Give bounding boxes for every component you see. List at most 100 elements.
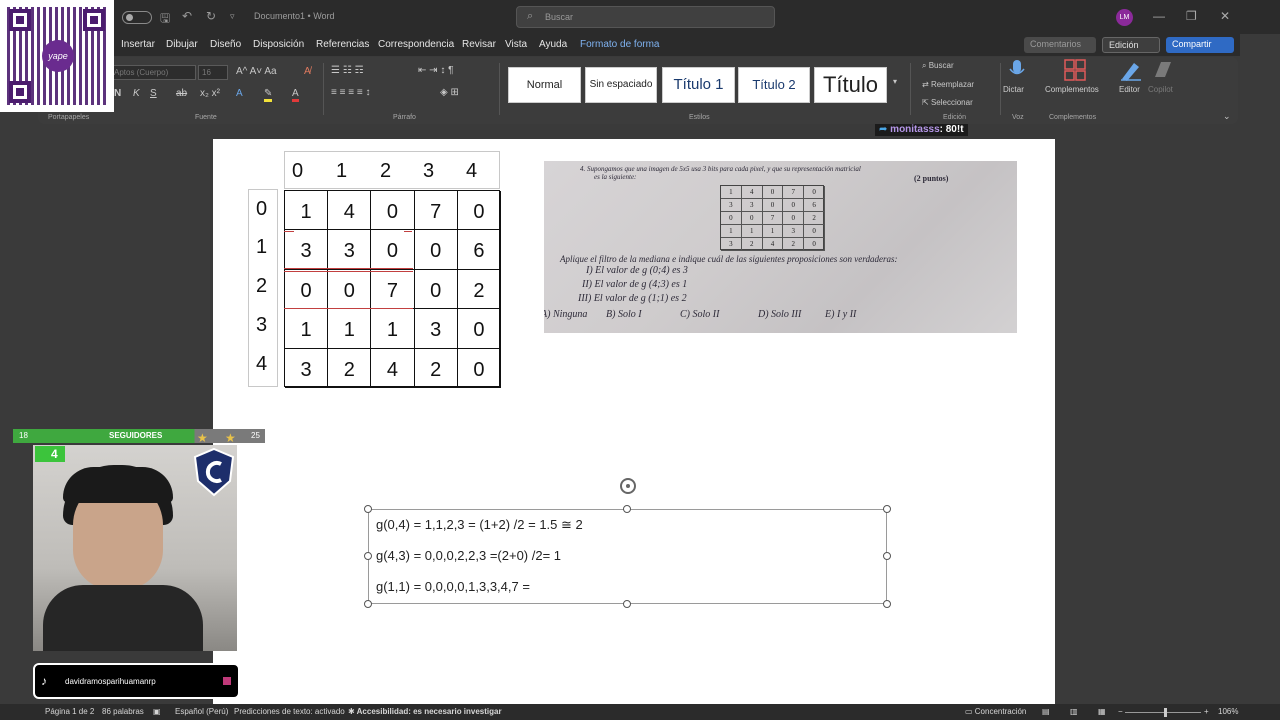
matrix-cell[interactable]: 2: [328, 348, 372, 388]
print-layout-icon[interactable]: ▥: [1070, 707, 1078, 716]
tab-dibujar[interactable]: Dibujar: [166, 39, 198, 50]
resize-handle[interactable]: [364, 505, 372, 513]
grow-font-icon[interactable]: A^ A˅ Aa: [236, 66, 277, 77]
resize-handle[interactable]: [883, 600, 891, 608]
web-layout-icon[interactable]: ▦: [1098, 707, 1106, 716]
indent-icon[interactable]: ⇤ ⇥ ↕ ¶: [418, 65, 453, 76]
copilot-icon[interactable]: [1150, 59, 1176, 81]
resize-handle[interactable]: [364, 552, 372, 560]
style-titulo[interactable]: Título: [814, 67, 887, 103]
matrix-cell[interactable]: 4: [371, 348, 415, 388]
save-icon[interactable]: 🖫: [160, 9, 170, 30]
zoom-level[interactable]: 106%: [1218, 707, 1238, 716]
tab-revisar[interactable]: Revisar: [462, 39, 496, 50]
matrix-cell[interactable]: 2: [414, 348, 458, 388]
page-count[interactable]: Página 1 de 2: [45, 707, 94, 716]
find-button[interactable]: ⌕ Buscar: [922, 61, 954, 71]
zoom-slider[interactable]: [1125, 712, 1201, 713]
solution-line[interactable]: g(4,3) = 0,0,0,2,2,3 =(2+0) /2= 1: [376, 548, 561, 563]
tab-formato-de-forma[interactable]: Formato de forma: [580, 39, 659, 50]
resize-handle[interactable]: [364, 600, 372, 608]
microphone-icon[interactable]: [1004, 59, 1030, 81]
language[interactable]: Español (Perú): [175, 707, 228, 716]
matrix-cell[interactable]: 4: [328, 191, 372, 231]
zoom-in-icon[interactable]: +: [1204, 707, 1209, 716]
style-titulo-1[interactable]: Título 1: [662, 67, 735, 103]
tab-insertar[interactable]: Insertar: [121, 39, 155, 50]
style-titulo-2[interactable]: Título 2: [738, 67, 810, 103]
matrix-cell[interactable]: 0: [371, 191, 415, 231]
solution-line[interactable]: g(1,1) = 0,0,0,0,1,3,3,4,7 =: [376, 579, 530, 594]
matrix-cell[interactable]: 0: [414, 269, 458, 310]
matrix-cell[interactable]: 1: [285, 309, 329, 349]
matrix-cell[interactable]: 7: [371, 269, 415, 310]
tab-correspondencia[interactable]: Correspondencia: [378, 39, 454, 50]
style-normal[interactable]: Normal: [508, 67, 581, 103]
editor-icon[interactable]: [1118, 59, 1144, 81]
matrix-cell[interactable]: 1: [371, 309, 415, 349]
resize-handle[interactable]: [883, 552, 891, 560]
matrix-cell[interactable]: 0: [457, 348, 501, 388]
align-icon[interactable]: ≡ ≡ ≡ ≡ ↕: [331, 87, 370, 98]
matrix-cell[interactable]: 0: [414, 230, 458, 270]
select-button[interactable]: ⇱ Seleccionar: [922, 98, 973, 107]
font-color-icon[interactable]: A: [292, 88, 299, 102]
highlight-icon[interactable]: ✎: [264, 88, 273, 102]
zoom-slider-handle[interactable]: [1164, 708, 1167, 717]
matrix-cell[interactable]: 0: [457, 309, 501, 349]
tab-diseno[interactable]: Diseño: [210, 39, 241, 50]
underline-icon[interactable]: S: [150, 88, 157, 99]
accessibility-status[interactable]: ✱ Accesibilidad: es necesario investigar: [348, 707, 502, 716]
undo-icon[interactable]: ↶: [182, 9, 192, 23]
matrix-cell[interactable]: 3: [285, 348, 329, 388]
close-icon[interactable]: ✕: [1220, 9, 1230, 23]
share-button[interactable]: Compartir: [1166, 37, 1234, 53]
resize-handle[interactable]: [623, 600, 631, 608]
addins-icon[interactable]: [1062, 59, 1088, 81]
shading-icon[interactable]: ◈ ⊞: [440, 87, 459, 98]
autosave-toggle[interactable]: [122, 11, 152, 24]
subscript-icon[interactable]: x₂ x²: [200, 88, 220, 99]
matrix-cell[interactable]: 3: [328, 230, 372, 270]
matrix-cell[interactable]: 3: [414, 309, 458, 349]
matrix-cell[interactable]: 1: [328, 309, 372, 349]
resize-handle[interactable]: [623, 505, 631, 513]
clear-format-icon[interactable]: A̸: [304, 66, 311, 77]
style-sin-espaciado[interactable]: Sin espaciado: [585, 67, 657, 103]
bullets-icon[interactable]: ☰ ☷ ☶: [331, 65, 363, 76]
matrix-cell[interactable]: 3: [285, 230, 329, 270]
replace-button[interactable]: ⇄ Reemplazar: [922, 80, 974, 89]
redo-icon[interactable]: ↻: [206, 9, 216, 23]
proofing-icon[interactable]: ▣: [153, 707, 161, 716]
matrix-cell[interactable]: 0: [285, 269, 329, 310]
editing-mode-button[interactable]: Edición: [1102, 37, 1160, 53]
resize-handle[interactable]: [883, 505, 891, 513]
minimize-icon[interactable]: —: [1153, 9, 1165, 23]
text-effects-icon[interactable]: A: [236, 88, 243, 99]
restore-icon[interactable]: ❐: [1186, 9, 1197, 23]
bold-icon[interactable]: N: [114, 88, 121, 99]
matrix-cell[interactable]: 1: [285, 191, 329, 231]
focus-mode[interactable]: ▭ Concentración: [965, 707, 1026, 716]
matrix-cell[interactable]: 7: [414, 191, 458, 231]
strikethrough-icon[interactable]: ab: [176, 88, 187, 99]
avatar[interactable]: LM: [1116, 9, 1133, 26]
italic-icon[interactable]: K: [133, 88, 140, 99]
zoom-out-icon[interactable]: −: [1118, 707, 1123, 716]
font-name-select[interactable]: Aptos (Cuerpo): [110, 65, 196, 80]
font-size-select[interactable]: 16: [198, 65, 228, 80]
solution-line[interactable]: g(0,4) = 1,1,2,3 = (1+2) /2 = 1.5 ≅ 2: [376, 517, 583, 533]
search-box[interactable]: ⌕ Buscar: [516, 6, 775, 28]
tab-ayuda[interactable]: Ayuda: [539, 39, 567, 50]
tab-vista[interactable]: Vista: [505, 39, 527, 50]
collapse-ribbon-icon[interactable]: ⌄: [1223, 111, 1231, 122]
matrix-cell[interactable]: 0: [371, 230, 415, 270]
selected-text-box[interactable]: g(0,4) = 1,1,2,3 = (1+2) /2 = 1.5 ≅ 2 g(…: [368, 509, 887, 604]
text-predictions[interactable]: Predicciones de texto: activado: [234, 707, 345, 716]
matrix-cell[interactable]: 2: [457, 269, 501, 310]
word-count[interactable]: 86 palabras: [102, 707, 144, 716]
styles-more-icon[interactable]: ▾: [893, 77, 897, 86]
tab-referencias[interactable]: Referencias: [316, 39, 369, 50]
rotate-handle[interactable]: [620, 478, 636, 494]
matrix-cell[interactable]: 0: [328, 269, 372, 310]
